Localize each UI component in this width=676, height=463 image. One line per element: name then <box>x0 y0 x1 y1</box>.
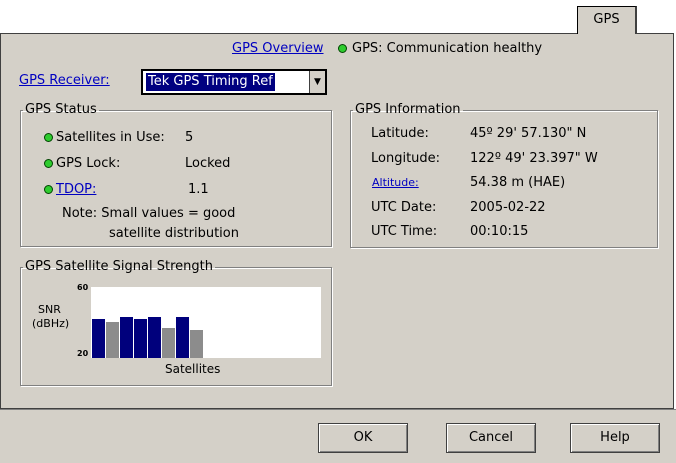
latitude-label: Latitude: <box>371 126 429 141</box>
satellites-in-use-label: Satellites in Use: <box>56 130 165 145</box>
signal-strength-legend: GPS Satellite Signal Strength <box>25 259 213 274</box>
y-axis-title-line2: (dBHz) <box>32 317 70 330</box>
altitude-link[interactable]: Altitude: <box>372 176 419 189</box>
x-axis-title: Satellites <box>165 362 221 376</box>
gps-lock-led-icon <box>44 159 53 168</box>
signal-bar-7 <box>176 317 189 358</box>
gps-receiver-select[interactable]: Tek GPS Timing Ref ▼ <box>141 69 327 95</box>
longitude-label: Longitude: <box>371 151 441 166</box>
tdop-value: 1.1 <box>188 182 209 197</box>
tdop-led-icon <box>44 185 53 194</box>
signal-strength-chart <box>91 287 321 358</box>
latitude-value: 45º 29' 57.130" N <box>470 126 587 141</box>
gps-receiver-link[interactable]: GPS Receiver: <box>19 73 110 88</box>
utc-date-value: 2005-02-22 <box>470 200 546 215</box>
altitude-value: 54.38 m (HAE) <box>470 175 566 190</box>
utc-time-label: UTC Time: <box>371 224 438 239</box>
gps-communication-status-text: GPS: Communication healthy <box>352 41 543 56</box>
ok-button[interactable]: OK <box>318 423 408 453</box>
tdop-link[interactable]: TDOP: <box>56 182 96 197</box>
tdop-note-line1: Note: Small values = good <box>62 206 236 221</box>
longitude-value: 122º 49' 23.397" W <box>470 151 598 166</box>
gps-lock-label: GPS Lock: <box>56 156 121 171</box>
utc-date-label: UTC Date: <box>371 200 437 215</box>
y-axis-min-label: 20 <box>77 349 89 358</box>
signal-bar-2 <box>106 322 119 358</box>
signal-bar-6 <box>162 328 175 358</box>
utc-time-value: 00:10:15 <box>470 224 529 239</box>
gps-information-legend: GPS Information <box>355 102 461 117</box>
y-axis-max-label: 60 <box>77 283 89 292</box>
signal-bar-1 <box>92 319 105 358</box>
signal-bar-3 <box>120 317 133 358</box>
y-axis-title-line1: SNR <box>38 303 61 316</box>
gps-lock-value: Locked <box>185 156 231 171</box>
signal-bar-5 <box>148 317 161 358</box>
chevron-down-icon[interactable]: ▼ <box>309 71 325 93</box>
gps-status-legend: GPS Status <box>25 102 97 117</box>
cancel-button[interactable]: Cancel <box>446 423 536 453</box>
gps-overview-link[interactable]: GPS Overview <box>232 41 324 56</box>
gps-communication-status-led-icon <box>338 44 347 53</box>
tab-strip: GPS <box>0 0 676 34</box>
signal-bar-4 <box>134 319 147 358</box>
satellites-in-use-value: 5 <box>185 130 194 145</box>
help-button[interactable]: Help <box>570 423 660 453</box>
signal-bar-8 <box>190 330 203 358</box>
gps-receiver-selected-value: Tek GPS Timing Ref <box>146 73 275 91</box>
tab-gps[interactable]: GPS <box>577 6 637 34</box>
satellites-status-led-icon <box>44 133 53 142</box>
tdop-note-line2: satellite distribution <box>109 226 239 241</box>
